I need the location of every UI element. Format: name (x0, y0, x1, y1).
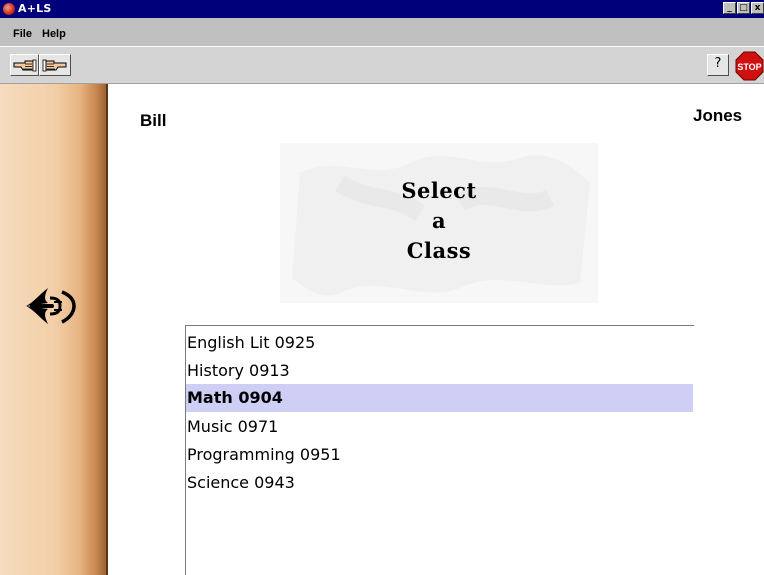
title-bar: A+LS _ □ x (0, 0, 764, 18)
class-list-item[interactable]: English Lit 0925 (186, 329, 693, 357)
user-first-name: Bill (140, 111, 167, 130)
menu-file[interactable]: File (13, 28, 32, 40)
stop-label: STOP (737, 62, 761, 72)
window-controls: _ □ x (723, 2, 764, 16)
class-list-item[interactable]: Music 0971 (186, 413, 693, 441)
menu-help[interactable]: Help (42, 28, 66, 40)
class-list[interactable]: English Lit 0925 History 0913 Math 0904 … (185, 325, 694, 575)
class-list-item[interactable]: History 0913 (186, 357, 693, 385)
hand-pointing-right-icon (42, 59, 67, 72)
maximize-button[interactable]: □ (737, 2, 750, 14)
pointer-hand-icon[interactable] (24, 282, 84, 330)
class-list-item[interactable]: Science 0943 (186, 469, 693, 497)
class-list-item[interactable]: Programming 0951 (186, 441, 693, 469)
help-button[interactable]: ? (707, 54, 729, 76)
class-list-item-selected[interactable]: Math 0904 (186, 384, 693, 412)
hand-pointing-left-icon (13, 59, 37, 72)
heading-line-2: a (431, 208, 447, 233)
toolbar: ? STOP (0, 46, 764, 84)
back-button[interactable] (10, 54, 39, 76)
menu-bar: File Help (0, 18, 764, 46)
user-last-name: Jones (693, 106, 743, 125)
forward-button[interactable] (39, 54, 71, 76)
close-button[interactable]: x (751, 2, 764, 14)
sidebar-panel (0, 84, 108, 575)
minimize-button[interactable]: _ (723, 2, 736, 14)
page-heading: Select a Class (280, 176, 598, 266)
stop-sign-icon: STOP (735, 51, 764, 81)
stop-button[interactable]: STOP (735, 51, 764, 81)
heading-line-1: Select (401, 178, 477, 203)
heading-line-3: Class (406, 238, 472, 263)
app-icon (3, 3, 15, 15)
window-title: A+LS (18, 2, 52, 15)
help-icon: ? (714, 56, 722, 71)
